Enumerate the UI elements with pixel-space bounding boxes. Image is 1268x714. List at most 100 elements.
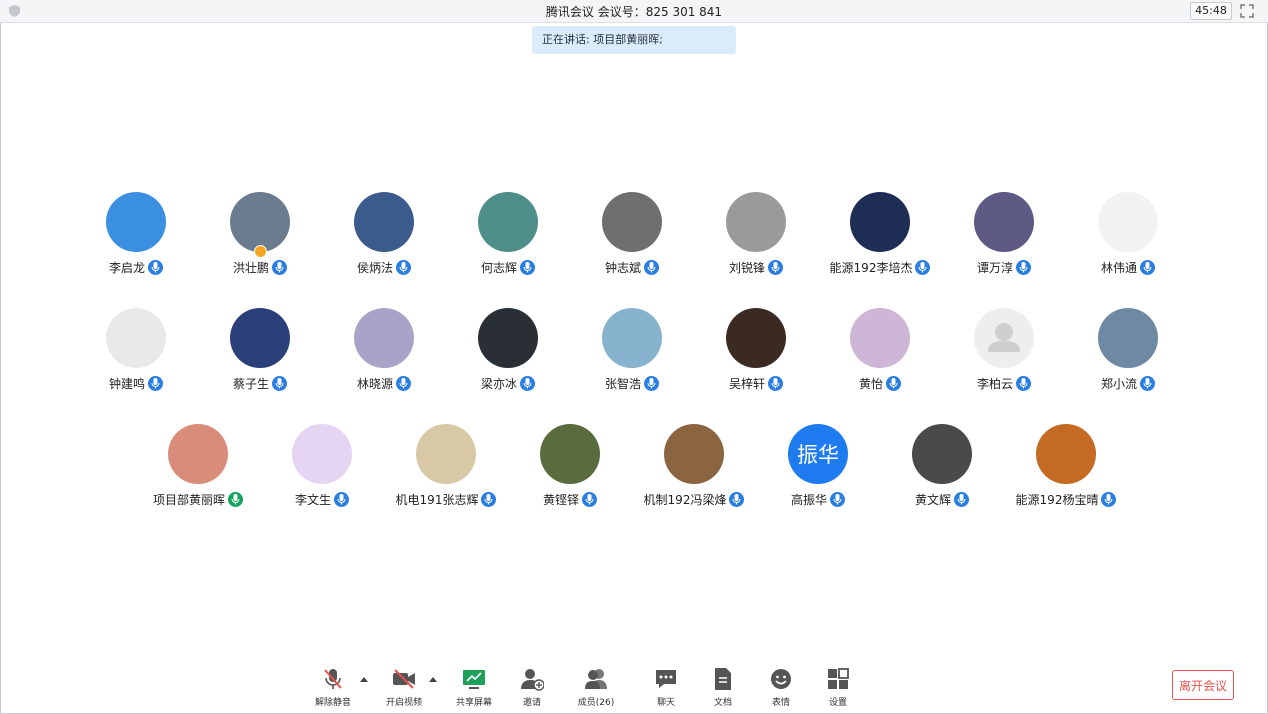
chat-icon [656, 670, 676, 688]
participant-tile[interactable]: 林晓源 [324, 308, 444, 398]
members-button[interactable]: 成员(26) [570, 667, 622, 708]
mic-icon [272, 375, 287, 391]
invite-label: 邀请 [522, 698, 541, 708]
invite-button[interactable]: 邀请 [506, 667, 558, 708]
participant-tile[interactable]: 吴梓轩 [696, 308, 816, 398]
mic-icon [520, 375, 535, 391]
participant-tile[interactable]: 能源192杨宝晴 [1006, 424, 1126, 514]
participant-name-row: 钟志斌 [572, 258, 692, 276]
mic-icon [1140, 259, 1155, 275]
mic-icon [148, 375, 163, 391]
mic-icon [228, 491, 243, 507]
leave-meeting-button[interactable]: 离开会议 [1172, 670, 1234, 700]
participant-name: 能源192李培杰 [829, 260, 913, 275]
avatar-initials: 振华 [797, 443, 839, 467]
share-screen-icon [463, 670, 485, 689]
participant-name-row: 黄铿铎 [510, 490, 630, 508]
photo-avatar [602, 192, 662, 252]
photo-avatar [230, 192, 290, 252]
start-video-label: 开启视频 [385, 698, 422, 708]
reactions-button[interactable]: 表情 [755, 667, 807, 708]
unmute-button[interactable]: 解除静音 [307, 667, 359, 708]
participant-name: 侯炳法 [356, 260, 393, 275]
participant-tile[interactable]: 机电191张志辉 [386, 424, 506, 514]
participant-tile[interactable]: 谭万淳 [944, 192, 1064, 282]
fullscreen-icon[interactable] [1240, 4, 1254, 18]
photo-avatar [478, 192, 538, 252]
participant-tile[interactable]: 振华 高振华 [758, 424, 878, 514]
participant-name-row: 项目部黄丽晖 [138, 490, 258, 508]
participant-tile[interactable]: 刘锐锋 [696, 192, 816, 282]
grid-settings-icon [828, 668, 849, 689]
participant-tile[interactable]: 黄铿铎 [510, 424, 630, 514]
participant-tile[interactable]: 钟建鸣 [76, 308, 196, 398]
participant-tile[interactable]: 项目部黄丽晖 [138, 424, 258, 514]
participant-tile[interactable]: 蔡子生 [200, 308, 320, 398]
landscape-avatar [1098, 308, 1158, 368]
participant-tile[interactable]: 钟志斌 [572, 192, 692, 282]
default-user-avatar [974, 308, 1034, 368]
participant-name-row: 李柏云 [944, 374, 1064, 392]
participant-name: 谭万淳 [976, 260, 1013, 275]
participant-name-row: 侯炳法 [324, 258, 444, 276]
participant-tile[interactable]: 郑小流 [1068, 308, 1188, 398]
participant-tile[interactable]: 黄文辉 [882, 424, 1002, 514]
chevron-up-icon[interactable] [429, 676, 437, 682]
participant-name-row: 能源192杨宝晴 [1006, 490, 1126, 508]
participant-tile[interactable]: 机制192冯梁烽 [634, 424, 754, 514]
participant-name: 黄文辉 [914, 492, 951, 507]
participant-name-row: 黄文辉 [882, 490, 1002, 508]
participant-tile[interactable]: 洪壮鹏 [200, 192, 320, 282]
meeting-title: 腾讯会议 会议号：825 301 841 [545, 5, 723, 19]
participant-name: 林伟通 [1100, 260, 1137, 275]
participant-name: 黄铿铎 [542, 492, 579, 507]
smiley-icon [771, 669, 791, 689]
members-icon [585, 669, 607, 689]
cat-avatar [726, 192, 786, 252]
participant-name-row: 梁亦冰 [448, 374, 568, 392]
mic-icon [396, 375, 411, 391]
share-screen-button[interactable]: 共享屏幕 [448, 667, 500, 708]
participant-name: 洪壮鹏 [232, 260, 269, 275]
mic-icon [644, 259, 659, 275]
mic-icon [644, 375, 659, 391]
photo-avatar [1036, 424, 1096, 484]
muted-mic-icon [324, 669, 342, 689]
participant-tile[interactable]: 能源192李培杰 [820, 192, 940, 282]
participant-tile[interactable]: 李启龙 [76, 192, 196, 282]
anime-girl-avatar [850, 308, 910, 368]
docs-button[interactable]: 文档 [697, 667, 749, 708]
video-off-icon [393, 669, 415, 689]
participant-name: 何志辉 [480, 260, 517, 275]
chevron-up-icon[interactable] [360, 676, 368, 682]
participant-name-row: 谭万淳 [944, 258, 1064, 276]
mic-icon [830, 491, 845, 507]
participant-name: 能源192杨宝晴 [1015, 492, 1099, 507]
mic-icon [520, 259, 535, 275]
participant-tile[interactable]: 林伟通 [1068, 192, 1188, 282]
speaking-indicator: 正在讲话: 项目部黄丽晖; [532, 26, 736, 54]
participant-tile[interactable]: 张智浩 [572, 308, 692, 398]
mic-icon [915, 259, 931, 275]
participant-name: 钟志斌 [604, 260, 641, 275]
mic-icon [272, 259, 287, 275]
anime-avatar [540, 424, 600, 484]
night-sky-avatar [230, 308, 290, 368]
participant-tile[interactable]: 何志辉 [448, 192, 568, 282]
participant-name: 机电191张志辉 [395, 492, 479, 507]
meme-avatar [106, 308, 166, 368]
participant-name-row: 高振华 [758, 490, 878, 508]
participant-tile[interactable]: 李柏云 [944, 308, 1064, 398]
participant-tile[interactable]: 黄怡 [820, 308, 940, 398]
default-user-icon [988, 323, 1020, 352]
settings-button[interactable]: 设置 [812, 667, 864, 708]
chat-button[interactable]: 聊天 [640, 667, 692, 708]
start-video-button[interactable]: 开启视频 [378, 667, 430, 708]
photo-avatar [726, 308, 786, 368]
participant-name-row: 吴梓轩 [696, 374, 816, 392]
participant-tile[interactable]: 李文生 [262, 424, 382, 514]
document-icon [715, 668, 731, 690]
participant-name: 李柏云 [976, 376, 1013, 391]
participant-tile[interactable]: 梁亦冰 [448, 308, 568, 398]
participant-tile[interactable]: 侯炳法 [324, 192, 444, 282]
